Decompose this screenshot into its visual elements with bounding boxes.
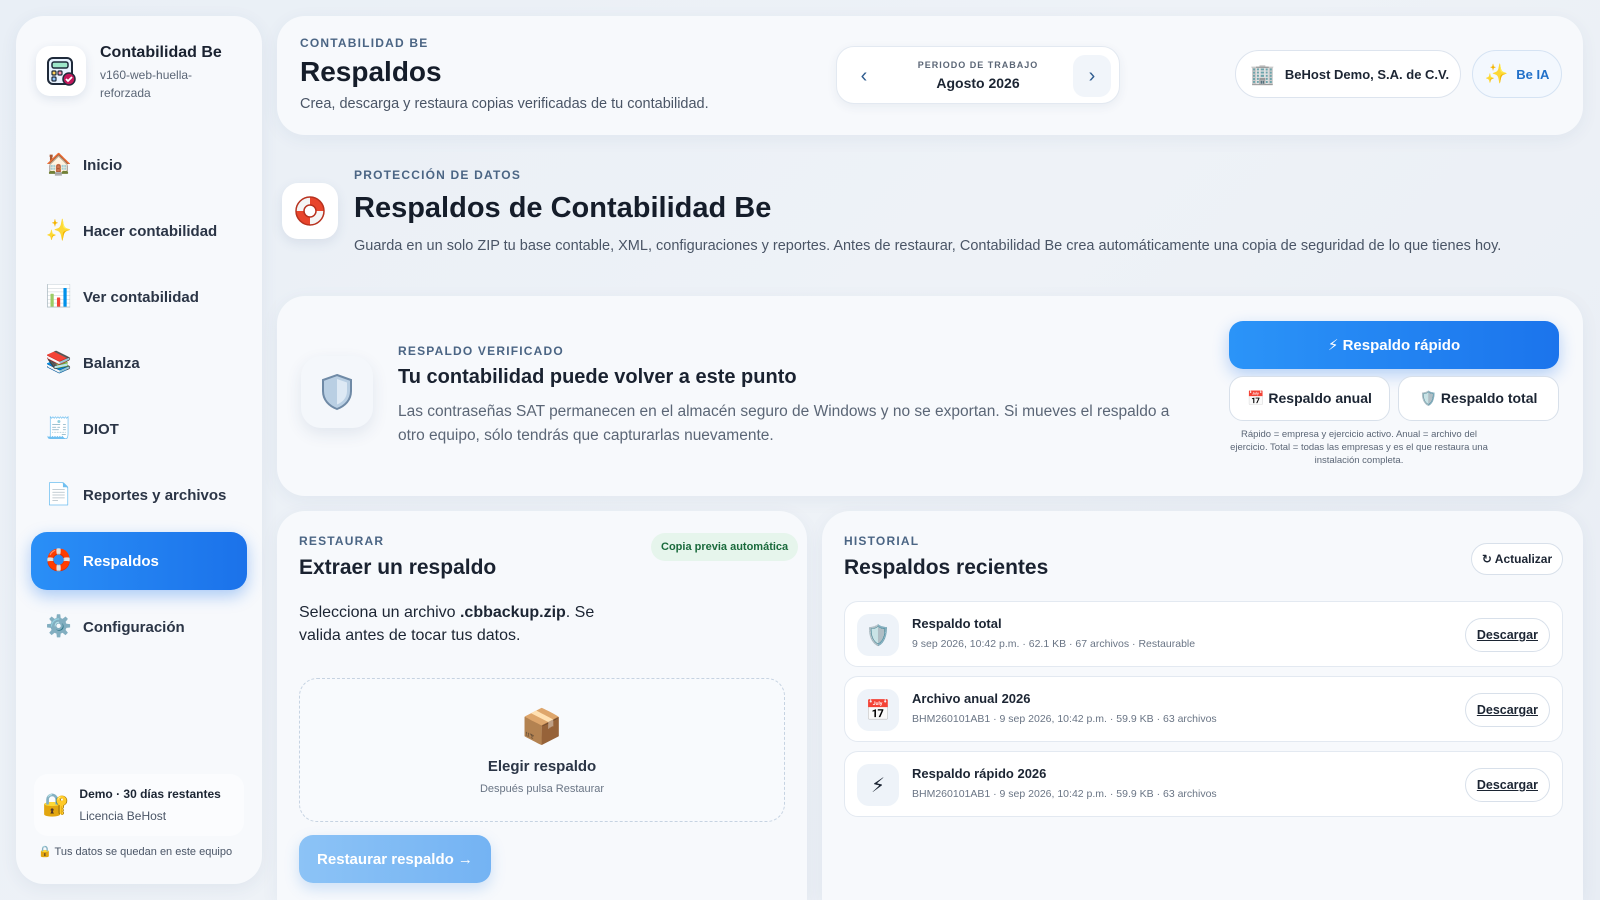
- license-subtitle: Licencia BeHost: [79, 809, 167, 823]
- shield-icon: [301, 356, 373, 428]
- section-description: Guarda en un solo ZIP tu base contable, …: [354, 238, 1502, 254]
- backup-meta: BHM260101AB1 · 9 sep 2026, 10:42 p.m. · …: [912, 713, 1217, 725]
- sidebar-item-label: Respaldos: [83, 552, 159, 570]
- restore-card: RESTAURAR Extraer un respaldo Copia prev…: [277, 511, 807, 900]
- dropzone-subtitle: Después pulsa Restaurar: [479, 783, 605, 795]
- history-title: Respaldos recientes: [844, 556, 1049, 579]
- backup-meta: 9 sep 2026, 10:42 p.m. · 62.1 KB · 67 ar…: [912, 638, 1196, 650]
- sidebar-item-reportes[interactable]: 📄 Reportes y archivos: [31, 466, 247, 524]
- app-logo-icon: [36, 46, 86, 96]
- list-item: 📅 Archivo anual 2026 BHM260101AB1 · 9 se…: [844, 676, 1563, 742]
- brand-title: Contabilidad Be: [100, 44, 222, 61]
- sidebar-item-label: Reportes y archivos: [83, 486, 227, 504]
- list-item: ⚡ Respaldo rápido 2026 BHM260101AB1 · 9 …: [844, 751, 1563, 817]
- sidebar-item-label: Balanza: [83, 354, 140, 372]
- lock-key-icon: 🔐: [42, 792, 70, 817]
- restore-button[interactable]: Restaurar respaldo →: [299, 835, 491, 883]
- total-backup-button[interactable]: 🛡️ Respaldo total: [1398, 376, 1559, 421]
- download-button[interactable]: Descargar: [1464, 768, 1550, 802]
- privacy-note: 🔒 Tus datos se quedan en este equipo: [38, 846, 233, 858]
- sidebar-item-label: Configuración: [83, 618, 185, 636]
- shield-icon: 🛡️: [857, 614, 899, 656]
- receipt-icon: 🧾: [45, 417, 73, 440]
- package-icon: 📦: [520, 708, 564, 746]
- brand-version: v160-web-huella-reforzada: [100, 68, 193, 100]
- sidebar-item-balanza[interactable]: 📚 Balanza: [31, 334, 247, 392]
- history-card: HISTORIAL Respaldos recientes ↻ Actualiz…: [822, 511, 1583, 900]
- building-icon: 🏢: [1250, 63, 1275, 86]
- section-title: Respaldos de Contabilidad Be: [354, 192, 772, 224]
- header-eyebrow: CONTABILIDAD BE: [300, 36, 429, 50]
- restore-eyebrow: RESTAURAR: [299, 534, 385, 548]
- be-ia-button[interactable]: ✨ Be IA: [1472, 50, 1562, 98]
- quick-backup-button[interactable]: ⚡ Respaldo rápido: [1229, 321, 1559, 369]
- be-ia-label: Be IA: [1516, 66, 1550, 82]
- annual-backup-button[interactable]: 📅 Respaldo anual: [1229, 376, 1390, 421]
- sidebar-item-configuracion[interactable]: ⚙️ Configuración: [31, 598, 247, 656]
- lightning-icon: ⚡: [857, 764, 899, 806]
- status-badge: Copia previa automática: [651, 533, 799, 561]
- restore-instructions: Selecciona un archivo .cbbackup.zip. Se …: [299, 601, 619, 647]
- page-title: Respaldos: [300, 56, 442, 87]
- period-selector: ‹ PERIODO DE TRABAJO Agosto 2026 ›: [836, 46, 1120, 104]
- brand: Contabilidad Be v160-web-huella-reforzad…: [36, 42, 222, 102]
- sidebar-item-diot[interactable]: 🧾 DIOT: [31, 400, 247, 458]
- backup-name: Respaldo total: [912, 616, 1002, 631]
- backup-types-hint: Rápido = empresa y ejercicio activo. Anu…: [1230, 429, 1488, 466]
- section-eyebrow: PROTECCIÓN DE DATOS: [354, 168, 522, 182]
- license-status: 🔐 Demo · 30 días restantes Licencia BeHo…: [34, 774, 244, 836]
- license-title: Demo · 30 días restantes: [79, 787, 221, 801]
- backup-name: Respaldo rápido 2026: [912, 766, 1047, 781]
- verified-backup-card: RESPALDO VERIFICADO Tu contabilidad pued…: [277, 296, 1583, 496]
- sidebar-item-label: Hacer contabilidad: [83, 222, 218, 240]
- instructions-pre: Selecciona un archivo: [299, 604, 460, 621]
- calendar-icon: 📅: [857, 689, 899, 731]
- home-icon: 🏠: [45, 153, 73, 176]
- lifebuoy-icon: [282, 183, 338, 239]
- refresh-button[interactable]: ↻ Actualizar: [1471, 543, 1563, 575]
- verified-text: Las contraseñas SAT permanecen en el alm…: [398, 403, 1170, 444]
- sidebar-item-ver-contabilidad[interactable]: 📊 Ver contabilidad: [31, 268, 247, 326]
- sidebar: Contabilidad Be v160-web-huella-reforzad…: [16, 16, 262, 884]
- books-icon: 📚: [45, 351, 73, 374]
- lifebuoy-icon: 🛟: [45, 549, 73, 572]
- verified-title: Tu contabilidad puede volver a este punt…: [398, 366, 797, 388]
- gear-icon: ⚙️: [45, 615, 73, 638]
- page-header: CONTABILIDAD BE Respaldos Crea, descarga…: [277, 16, 1583, 135]
- page-description: Crea, descarga y restaura copias verific…: [300, 96, 709, 112]
- sidebar-nav: 🏠 Inicio ✨ Hacer contabilidad 📊 Ver cont…: [31, 136, 247, 664]
- sidebar-item-label: Inicio: [83, 156, 123, 174]
- backup-name: Archivo anual 2026: [912, 691, 1031, 706]
- sidebar-item-label: Ver contabilidad: [83, 288, 199, 306]
- download-button[interactable]: Descargar: [1464, 693, 1550, 727]
- company-selector[interactable]: 🏢 BeHost Demo, S.A. de C.V.: [1235, 50, 1461, 98]
- document-icon: 📄: [45, 483, 73, 506]
- verified-eyebrow: RESPALDO VERIFICADO: [398, 344, 564, 358]
- sidebar-item-label: DIOT: [83, 420, 119, 438]
- backup-meta: BHM260101AB1 · 9 sep 2026, 10:42 p.m. · …: [912, 788, 1217, 800]
- sidebar-item-inicio[interactable]: 🏠 Inicio: [31, 136, 247, 194]
- backup-file-extension: .cbbackup.zip: [459, 604, 566, 621]
- restore-title: Extraer un respaldo: [299, 556, 497, 579]
- list-item: 🛡️ Respaldo total 9 sep 2026, 10:42 p.m.…: [844, 601, 1563, 667]
- backup-list: 🛡️ Respaldo total 9 sep 2026, 10:42 p.m.…: [844, 601, 1563, 826]
- chevron-right-icon[interactable]: ›: [1073, 55, 1111, 97]
- history-eyebrow: HISTORIAL: [844, 534, 920, 548]
- sparkles-icon: ✨: [1484, 64, 1509, 85]
- sidebar-item-hacer-contabilidad[interactable]: ✨ Hacer contabilidad: [31, 202, 247, 260]
- file-dropzone[interactable]: 📦 Elegir respaldo Después pulsa Restaura…: [299, 678, 785, 822]
- download-button[interactable]: Descargar: [1464, 618, 1550, 652]
- bar-chart-icon: 📊: [45, 285, 73, 308]
- dropzone-title: Elegir respaldo: [487, 758, 597, 775]
- sidebar-item-respaldos[interactable]: 🛟 Respaldos: [31, 532, 247, 590]
- company-name: BeHost Demo, S.A. de C.V.: [1284, 66, 1450, 82]
- sparkles-icon: ✨: [45, 219, 73, 242]
